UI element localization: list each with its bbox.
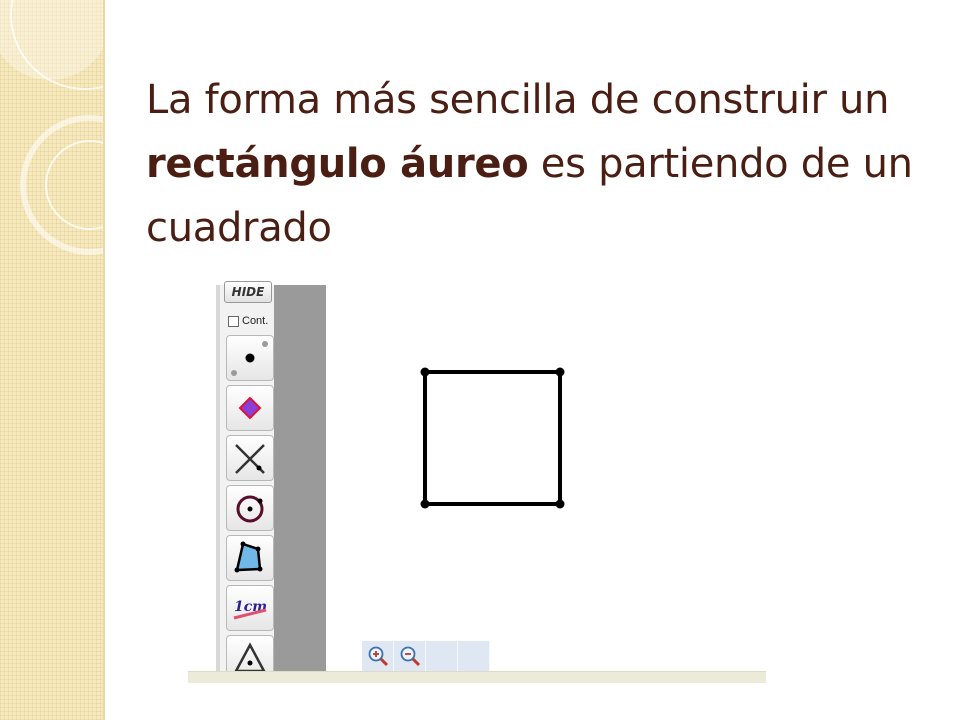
title-bold-term: rectángulo áureo — [146, 141, 529, 187]
geometry-app-window: HIDE Cont. 1cm — [186, 281, 766, 683]
line-tool-button[interactable] — [226, 435, 274, 481]
toolbar-gutter — [274, 285, 326, 673]
cont-label: Cont. — [242, 315, 269, 327]
zoom-controls — [362, 641, 492, 671]
vertex-point[interactable] — [555, 499, 565, 509]
circle-icon — [236, 495, 264, 523]
square-shape[interactable] — [423, 370, 562, 506]
cont-checkbox[interactable] — [228, 315, 239, 327]
vertex-point[interactable] — [555, 367, 565, 377]
diamond-point-icon — [238, 396, 262, 420]
zoom-in-button[interactable] — [362, 641, 394, 671]
zoom-blank-button[interactable] — [426, 641, 458, 671]
decorative-strip — [0, 0, 105, 720]
line-cross-icon — [235, 444, 265, 474]
tool-palette: HIDE Cont. 1cm — [216, 281, 274, 681]
continuous-option[interactable]: Cont. — [228, 313, 268, 329]
horizontal-scrollbar[interactable] — [188, 671, 766, 683]
point-tool-button[interactable] — [226, 335, 274, 381]
measure-tool-button[interactable]: 1cm — [226, 585, 274, 631]
point-icon — [231, 341, 268, 376]
slide-title: La forma más sencilla de construir un re… — [146, 68, 936, 260]
polygon-point-tool-button[interactable] — [226, 385, 274, 431]
title-text-1: La forma más sencilla de construir un — [146, 77, 890, 123]
zoom-blank-button[interactable] — [458, 641, 490, 671]
circle-tool-button[interactable] — [226, 485, 274, 531]
polygon-icon — [234, 541, 263, 573]
vertex-point[interactable] — [420, 367, 430, 377]
zoom-out-button[interactable] — [394, 641, 426, 671]
zoom-in-icon — [368, 646, 388, 667]
measure-cm-icon: 1cm — [233, 599, 267, 620]
polygon-tool-button[interactable] — [226, 535, 274, 581]
zoom-out-icon — [400, 646, 420, 667]
drawing-canvas[interactable] — [326, 285, 766, 673]
vertex-point[interactable] — [420, 499, 430, 509]
square-drawing — [420, 367, 565, 509]
hide-button[interactable]: HIDE — [224, 281, 272, 303]
decorative-ring — [10, 0, 105, 90]
